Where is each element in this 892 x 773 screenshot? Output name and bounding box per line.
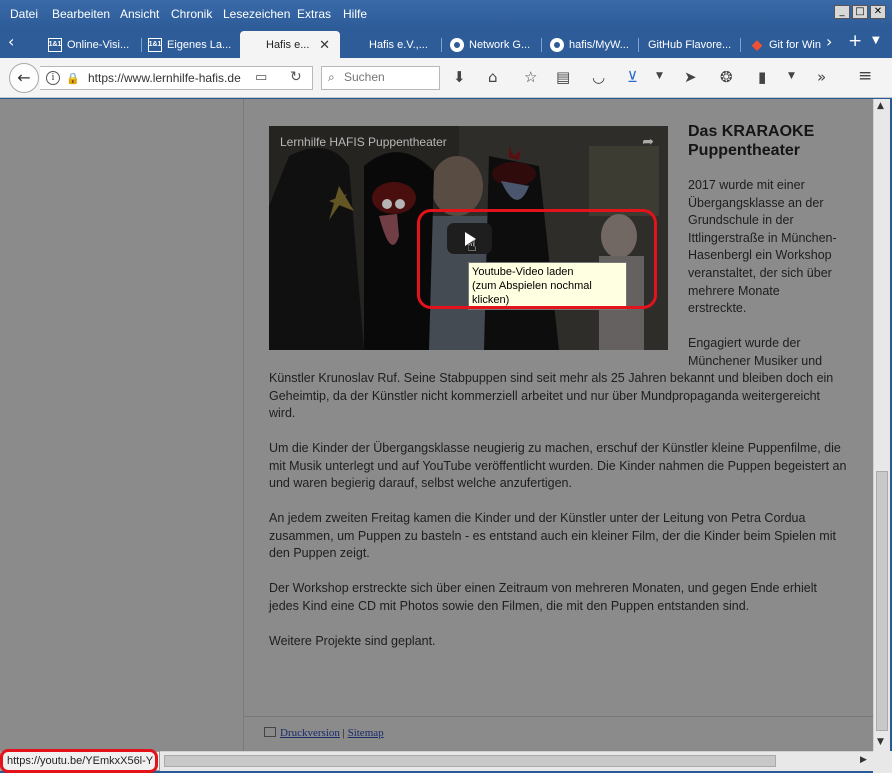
footer-divider [244, 716, 873, 717]
tab-hafis-myw[interactable]: hafis/MyW... [550, 31, 635, 58]
minimize-button[interactable]: _ [834, 5, 850, 19]
info-icon[interactable]: i [46, 71, 60, 85]
footer-separator: | [342, 727, 345, 739]
search-input[interactable] [344, 70, 434, 84]
reload-icon[interactable]: ↻ [290, 69, 302, 85]
scroll-down-icon[interactable]: ▼ [877, 737, 884, 747]
article-paragraph-2-rest: Künstler Krunoslav Ruf. Seine Stabpuppen… [269, 371, 834, 421]
reader-view-icon[interactable]: ▭ [255, 70, 267, 85]
play-button-highlight [417, 209, 657, 309]
tab-network-g[interactable]: Network G... [450, 31, 540, 58]
battery-icon[interactable]: ▮ [758, 68, 766, 86]
menu-bar: Datei Bearbeiten Ansicht Chronik Lesezei… [0, 0, 892, 28]
menu-chronik[interactable]: Chronik [171, 7, 212, 21]
github-icon [450, 37, 464, 52]
menu-extras[interactable]: Extras [297, 7, 331, 21]
address-bar[interactable]: i 🔒 https://www.lernhilfe-hafis.de ▭ ↻ [40, 66, 313, 90]
share-icon[interactable]: ➦ [642, 134, 654, 150]
menu-hilfe[interactable]: Hilfe [343, 7, 367, 21]
article-paragraph-4: An jedem zweiten Freitag kamen die Kinde… [269, 511, 836, 561]
tab-hafis-ev[interactable]: Hafis e.V.,... [369, 31, 441, 58]
page-viewport: Lernhilfe HAFIS Puppentheater ➦ ☝ Das KR… [0, 99, 873, 751]
article-paragraph-1: 2017 wurde mit einer Übergangsklasse an … [688, 178, 837, 316]
download-icon[interactable]: ⬇ [453, 68, 466, 86]
clipboard-icon[interactable]: ▤ [556, 68, 570, 86]
tab-label: Network G... [469, 38, 531, 51]
tab-strip: ‹ 1&1 Online-Visi... 1&1 Eigenes La... H… [0, 28, 892, 58]
article-paragraph-2-start: Engagiert wurde der Münchener Musiker un… [688, 336, 823, 368]
search-box[interactable]: ⌕ [321, 66, 440, 90]
hamburger-menu-icon[interactable]: ≡ [858, 66, 872, 86]
1and1-icon: 1&1 [48, 37, 62, 52]
article-paragraph-3: Um die Kinder der Übergangsklasse neugie… [269, 441, 847, 491]
tab-scroll-left-icon[interactable]: ‹ [8, 32, 14, 51]
tab-hafis-active[interactable]: Hafis e... ✕ [240, 31, 340, 58]
download-manager-icon[interactable]: ⊻ [627, 68, 638, 86]
menu-ansicht[interactable]: Ansicht [120, 7, 159, 21]
back-arrow-icon: ← [17, 68, 31, 87]
1and1-icon: 1&1 [148, 37, 162, 52]
tab-label: Online-Visi... [67, 38, 130, 51]
page-footer: Druckversion | Sitemap [264, 727, 384, 739]
status-url-highlight [0, 749, 158, 773]
article-paragraph-6: Weitere Projekte sind geplant. [269, 634, 436, 648]
scroll-up-icon[interactable]: ▲ [877, 101, 884, 111]
tab-label: Eigenes La... [167, 38, 232, 51]
tab-online-visi[interactable]: 1&1 Online-Visi... [48, 31, 138, 58]
overflow-menu-icon[interactable]: » [817, 68, 826, 86]
tab-list-chevron-icon[interactable]: ▼ [872, 35, 880, 46]
tab-github-flavored[interactable]: GitHub Flavore... [648, 31, 738, 58]
home-icon[interactable]: ⌂ [488, 68, 498, 86]
print-version-link[interactable]: Druckversion [280, 727, 340, 739]
new-tab-icon[interactable]: + [848, 31, 862, 51]
dropdown-chevron-icon[interactable]: ▼ [656, 71, 663, 81]
github-icon [550, 37, 564, 52]
tab-label: Git for Win [769, 38, 821, 51]
main-content: Lernhilfe HAFIS Puppentheater ➦ ☝ Das KR… [244, 99, 873, 751]
git-icon: ◆ [752, 36, 762, 52]
video-title: Lernhilfe HAFIS Puppentheater [280, 135, 447, 149]
browser-window: Datei Bearbeiten Ansicht Chronik Lesezei… [0, 0, 892, 773]
tab-label: Hafis e.V.,... [369, 38, 428, 51]
vertical-scrollbar[interactable]: ▲ ▼ [873, 99, 890, 751]
send-icon[interactable]: ➤ [684, 68, 697, 86]
lock-icon[interactable]: 🔒 [66, 72, 80, 85]
tab-git-for-win[interactable]: ◆ Git for Win [750, 31, 822, 58]
scroll-right-icon[interactable]: ▶ [860, 755, 867, 765]
menu-datei[interactable]: Datei [10, 7, 38, 21]
vertical-scroll-thumb[interactable] [876, 471, 888, 731]
close-window-button[interactable]: ✕ [870, 5, 886, 19]
sitemap-link[interactable]: Sitemap [348, 727, 384, 739]
tab-eigenes-la[interactable]: 1&1 Eigenes La... [148, 31, 236, 58]
menu-bearbeiten[interactable]: Bearbeiten [52, 7, 110, 21]
close-tab-icon[interactable]: ✕ [319, 37, 330, 53]
pocket-icon[interactable]: ◡ [592, 68, 605, 86]
menu-lesezeichen[interactable]: Lesezeichen [223, 7, 290, 21]
navigation-toolbar: ← i 🔒 https://www.lernhilfe-hafis.de ▭ ↻… [0, 58, 892, 98]
tab-label: hafis/MyW... [569, 38, 629, 51]
bookmark-star-icon[interactable]: ☆ [524, 68, 537, 86]
dropdown-chevron-icon[interactable]: ▼ [788, 71, 795, 81]
tab-label: GitHub Flavore... [648, 38, 732, 51]
maximize-button[interactable]: □ [852, 5, 868, 19]
search-icon: ⌕ [328, 70, 335, 84]
left-column [0, 99, 244, 751]
back-button[interactable]: ← [9, 63, 39, 93]
tab-label: Hafis e... [266, 38, 310, 51]
url-text[interactable]: https://www.lernhilfe-hafis.de [88, 71, 241, 85]
horizontal-scroll-thumb[interactable] [164, 755, 776, 767]
tab-scroll-right-icon[interactable]: › [826, 32, 832, 51]
article-heading: Das KRARAOKE Puppentheater [688, 123, 815, 159]
addon-icon[interactable]: ❂ [720, 68, 733, 86]
article-paragraph-5: Der Workshop erstreckte sich über einen … [269, 581, 817, 613]
printer-icon [264, 727, 276, 737]
